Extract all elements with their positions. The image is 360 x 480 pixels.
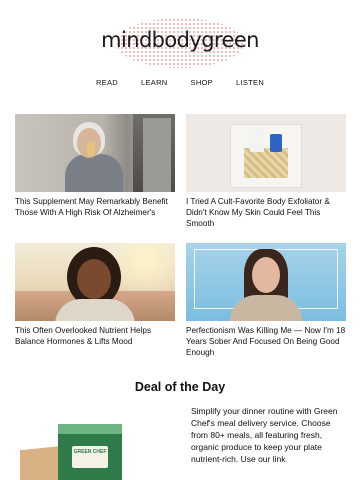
nav-read-link[interactable]: READ — [86, 78, 128, 87]
main-nav: READ LEARN SHOP LISTEN — [0, 78, 360, 87]
deal-product-image[interactable]: GREEN CHEF — [14, 424, 154, 480]
nav-shop-link[interactable]: SHOP — [181, 78, 223, 87]
nav-learn-link[interactable]: LEARN — [131, 78, 178, 87]
article-card[interactable]: This Supplement May Remarkably Benefit T… — [15, 114, 175, 218]
brand-logo[interactable]: mindbodygreen — [0, 28, 360, 52]
article-image[interactable] — [186, 243, 346, 321]
deal-description: Simplify your dinner routine with Green … — [191, 406, 338, 465]
product-label: GREEN CHEF — [72, 446, 108, 468]
article-image[interactable] — [15, 114, 175, 192]
article-title[interactable]: Perfectionism Was Killing Me — Now I'm 1… — [186, 325, 348, 358]
article-image[interactable] — [15, 243, 175, 321]
nav-listen-link[interactable]: LISTEN — [226, 78, 274, 87]
article-title[interactable]: I Tried A Cult-Favorite Body Exfoliator … — [186, 196, 348, 229]
article-title[interactable]: This Supplement May Remarkably Benefit T… — [15, 196, 177, 218]
deal-heading: Deal of the Day — [134, 380, 226, 394]
article-card[interactable]: This Often Overlooked Nutrient Helps Bal… — [15, 243, 175, 347]
article-card[interactable]: I Tried A Cult-Favorite Body Exfoliator … — [186, 114, 346, 229]
article-image[interactable] — [186, 114, 346, 192]
article-title[interactable]: This Often Overlooked Nutrient Helps Bal… — [15, 325, 177, 347]
article-card[interactable]: Perfectionism Was Killing Me — Now I'm 1… — [186, 243, 346, 358]
email-header: mindbodygreen READ LEARN SHOP LISTEN — [0, 0, 360, 110]
